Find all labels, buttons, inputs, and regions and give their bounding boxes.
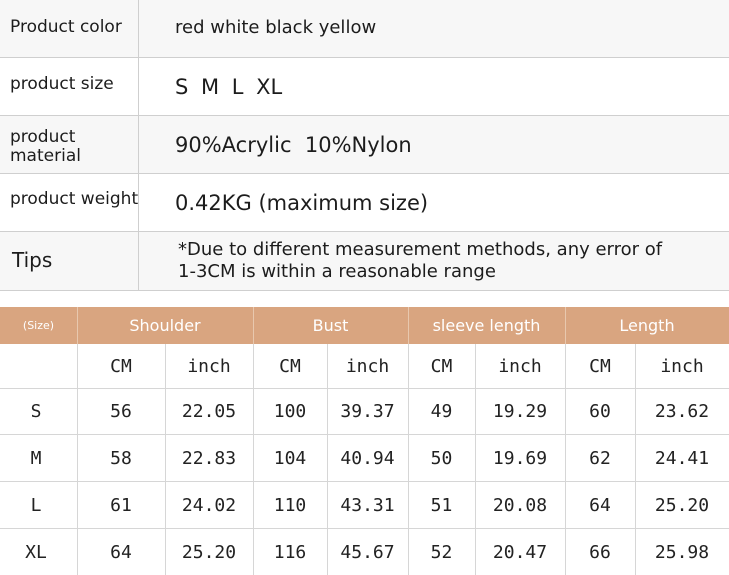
table-cell: 22.83 xyxy=(181,448,237,469)
column-divider xyxy=(138,174,139,231)
table-cell: 116 xyxy=(273,542,307,563)
product-color-row: Product color red white black yellow xyxy=(0,0,729,58)
column-divider xyxy=(138,116,139,173)
table-cell: 22.05 xyxy=(181,401,237,422)
table-cell: 19.29 xyxy=(492,401,548,422)
table-cell: 23.62 xyxy=(654,401,710,422)
unit-header-cell: inch xyxy=(498,356,542,377)
table-cell: 24.41 xyxy=(654,448,710,469)
table-cell: 39.37 xyxy=(340,401,395,422)
group-header-shoulder: Shoulder xyxy=(129,316,201,335)
grid-line xyxy=(0,434,729,435)
table-cell: 24.02 xyxy=(181,495,237,516)
tips-text-line1: *Due to different measurement methods, a… xyxy=(178,239,663,260)
group-header-sleeve-length: sleeve length xyxy=(432,316,541,335)
table-cell: 66 xyxy=(589,542,611,563)
product-material-label-line1: product xyxy=(10,127,76,147)
tips-text-line2: 1-3CM is within a reasonable range xyxy=(178,261,496,282)
table-cell: 50 xyxy=(430,448,453,469)
grid-line xyxy=(0,481,729,482)
product-color-value: red white black yellow xyxy=(175,17,377,38)
group-header-bust: Bust xyxy=(312,316,349,335)
column-divider xyxy=(138,232,139,290)
table-cell: 60 xyxy=(589,401,611,422)
table-cell: 61 xyxy=(110,495,132,516)
size-label-cell: XL xyxy=(25,542,47,563)
unit-header-cell: CM xyxy=(110,356,132,377)
unit-header-cell: inch xyxy=(345,356,390,377)
table-cell: 52 xyxy=(430,542,453,563)
grid-line xyxy=(0,528,729,529)
table-cell: 62 xyxy=(589,448,611,469)
size-header-cell: (Size) xyxy=(22,319,55,332)
size-label-cell: M xyxy=(30,448,42,469)
table-cell: 25.20 xyxy=(654,495,710,516)
table-cell: 25.20 xyxy=(181,542,237,563)
group-header-length: Length xyxy=(619,316,675,335)
column-divider xyxy=(138,0,139,57)
grid-line xyxy=(0,388,729,389)
table-cell: 51 xyxy=(430,495,453,516)
product-weight-row: product weight 0.42KG (maximum size) xyxy=(0,174,729,232)
table-cell: 49 xyxy=(430,401,453,422)
product-size-label: product size xyxy=(10,74,114,94)
unit-header-cell: CM xyxy=(589,356,611,377)
column-divider xyxy=(138,58,139,115)
unit-header-cell: CM xyxy=(279,356,301,377)
table-cell: 64 xyxy=(589,495,611,516)
product-material-label-line2: material xyxy=(10,146,81,166)
table-cell: 100 xyxy=(273,401,307,422)
tips-row: Tips *Due to different measurement metho… xyxy=(0,232,729,291)
table-cell: 19.69 xyxy=(492,448,548,469)
product-size-value: S M L XL xyxy=(175,75,283,99)
table-cell: 20.47 xyxy=(492,542,548,563)
table-cell: 56 xyxy=(110,401,132,422)
table-cell: 110 xyxy=(273,495,307,516)
product-weight-value: 0.42KG (maximum size) xyxy=(175,191,429,215)
unit-header-cell: CM xyxy=(430,356,453,377)
product-color-label: Product color xyxy=(10,17,122,37)
product-size-row: product size S M L XL xyxy=(0,58,729,116)
table-cell: 20.08 xyxy=(492,495,548,516)
size-label-cell: L xyxy=(30,495,42,516)
unit-header-cell: inch xyxy=(660,356,704,377)
tips-label: Tips xyxy=(12,248,53,272)
table-cell: 104 xyxy=(273,448,307,469)
table-cell: 43.31 xyxy=(340,495,395,516)
table-cell: 40.94 xyxy=(340,448,395,469)
size-chart-table: (Size) Shoulder Bust sleeve length Lengt… xyxy=(0,307,729,575)
product-material-value: 90%Acrylic 10%Nylon xyxy=(175,133,412,157)
product-weight-label: product weight xyxy=(10,189,139,209)
size-label-cell: S xyxy=(30,401,42,422)
unit-header-cell: inch xyxy=(187,356,231,377)
table-cell: 25.98 xyxy=(654,542,710,563)
table-cell: 64 xyxy=(110,542,132,563)
table-cell: 45.67 xyxy=(340,542,395,563)
product-material-row: product material 90%Acrylic 10%Nylon xyxy=(0,116,729,174)
table-cell: 58 xyxy=(110,448,132,469)
